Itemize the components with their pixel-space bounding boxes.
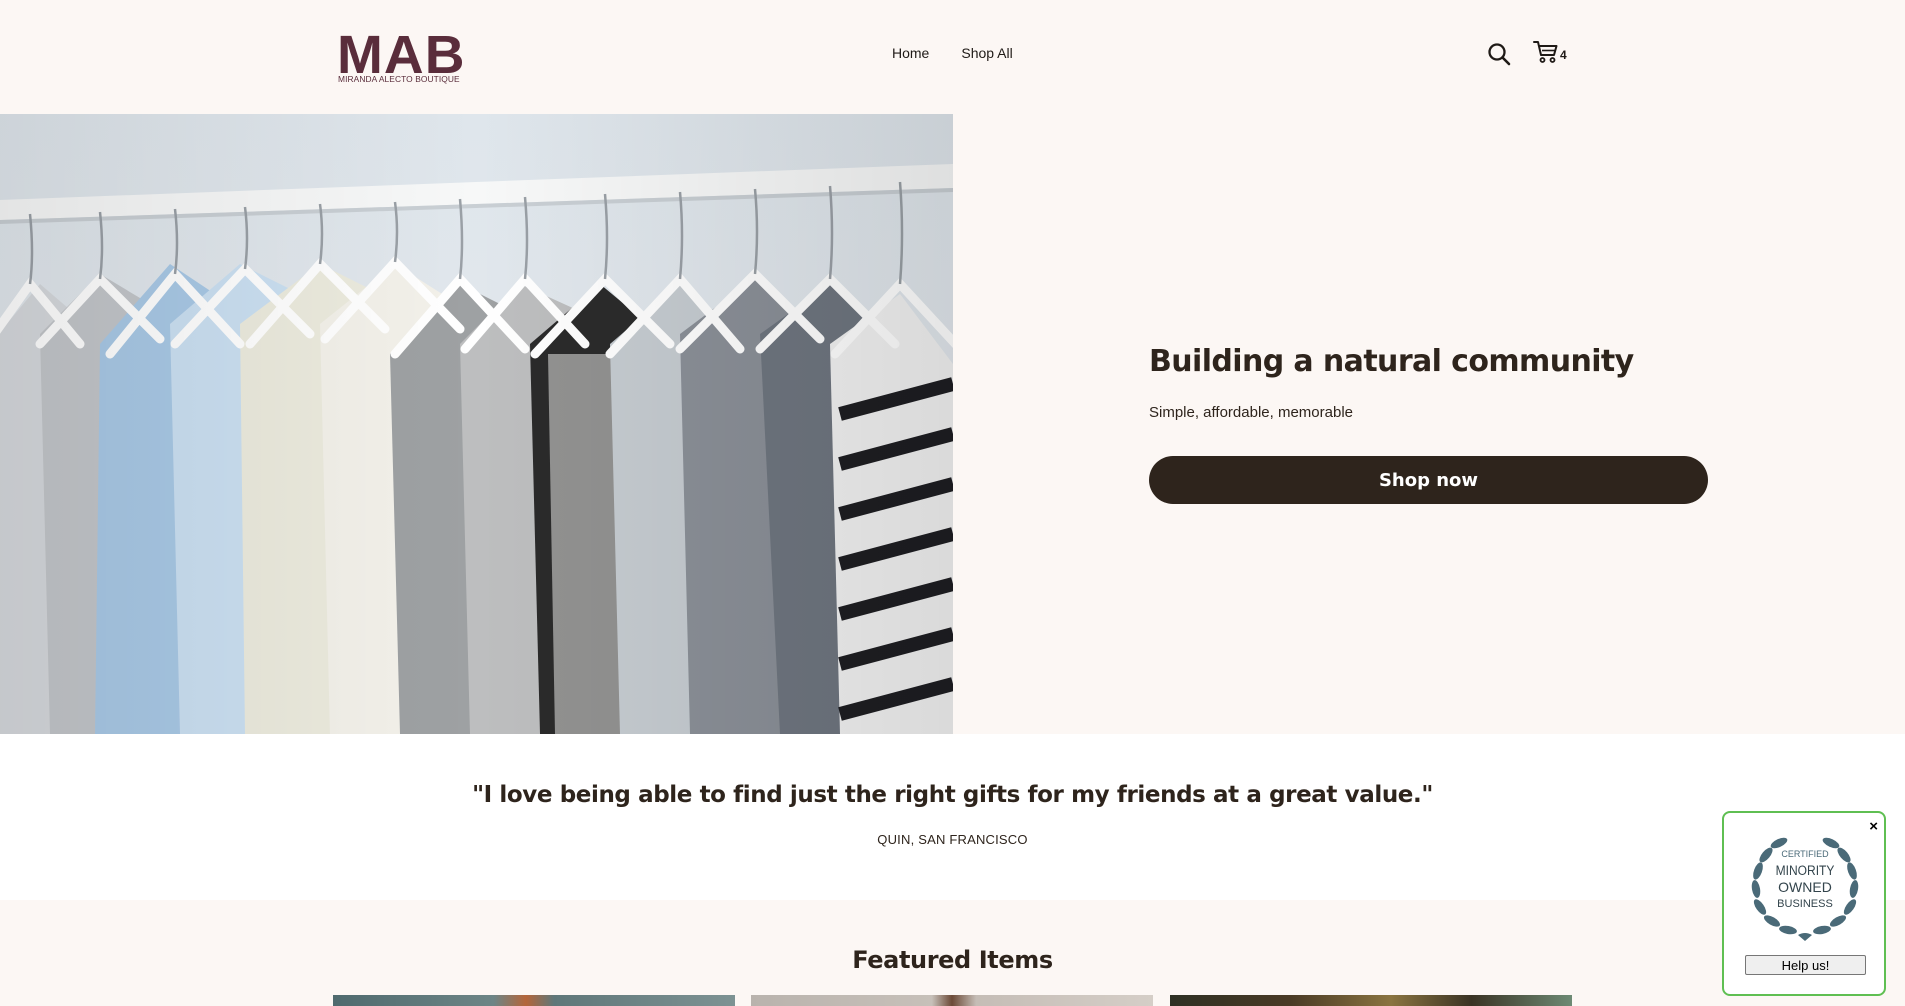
shop-now-button[interactable]: Shop now <box>1149 456 1708 504</box>
search-icon[interactable] <box>1487 42 1511 66</box>
product-card-image[interactable] <box>1170 995 1572 1006</box>
certified-seal-icon: CERTIFIED MINORITY OWNED BUSINESS <box>1751 837 1859 941</box>
cart-button[interactable]: 4 <box>1533 40 1573 68</box>
product-card-image[interactable] <box>751 995 1153 1006</box>
hero-title: Building a natural community <box>1149 344 1634 379</box>
cart-icon <box>1533 40 1559 68</box>
nav-shop-all[interactable]: Shop All <box>961 45 1012 61</box>
testimonial-quote: "I love being able to find just the righ… <box>472 782 1433 808</box>
main-nav: Home Shop All <box>892 45 1013 61</box>
logo-subtitle: MIRANDA ALECTO BOUTIQUE <box>338 74 460 84</box>
minority-owned-badge-widget: × CERTIFIED MINORITY OWNED BUSINESS Help… <box>1722 811 1886 996</box>
product-card-image[interactable] <box>333 995 735 1006</box>
featured-title: Featured Items <box>852 946 1053 974</box>
seal-line1: MINORITY <box>1776 862 1835 878</box>
seal-top-text: CERTIFIED <box>1781 849 1829 859</box>
close-icon[interactable]: × <box>1869 819 1878 835</box>
cart-count-badge: 4 <box>1560 47 1567 62</box>
hero-image <box>0 114 953 734</box>
help-us-button[interactable]: Help us! <box>1745 955 1866 975</box>
seal-line3: BUSINESS <box>1777 898 1833 910</box>
testimonial-author: QUIN, SAN FRANCISCO <box>877 832 1028 847</box>
nav-home[interactable]: Home <box>892 45 929 61</box>
site-header: MAB MIRANDA ALECTO BOUTIQUE Home Shop Al… <box>0 0 1905 114</box>
seal-line2: OWNED <box>1778 879 1832 895</box>
testimonial-section: "I love being able to find just the righ… <box>0 734 1905 900</box>
featured-section: Featured Items <box>0 900 1905 1006</box>
hero-subtitle: Simple, affordable, memorable <box>1149 404 1353 421</box>
logo[interactable]: MAB MIRANDA ALECTO BOUTIQUE <box>337 26 467 86</box>
